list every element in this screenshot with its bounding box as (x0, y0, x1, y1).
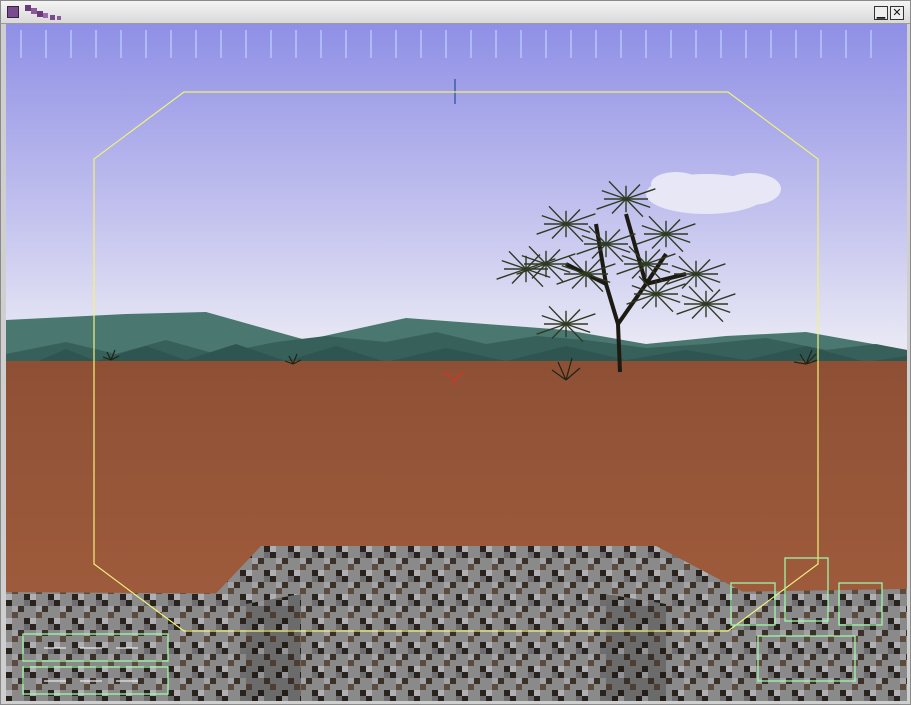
window-menu-icon[interactable] (7, 6, 19, 18)
scene-canvas (6, 24, 907, 701)
minimize-button[interactable]: ▁ (874, 6, 888, 20)
game-window: ▁ ✕ (0, 0, 911, 705)
close-button[interactable]: ✕ (890, 6, 904, 20)
title-bar[interactable]: ▁ ✕ (1, 1, 910, 24)
app-logo-icon (25, 5, 61, 20)
game-viewport[interactable] (6, 24, 907, 701)
